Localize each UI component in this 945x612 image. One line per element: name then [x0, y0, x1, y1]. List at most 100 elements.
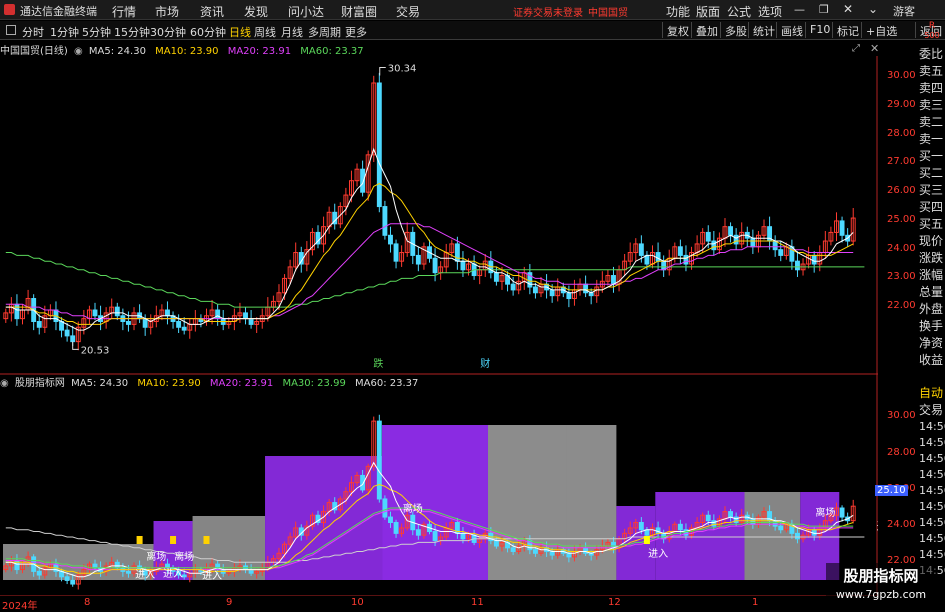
quote-label-0: 委比 — [919, 47, 944, 61]
ind-ytick-1: 28.00 — [887, 446, 916, 458]
candle-136 — [761, 219, 767, 240]
tool-7[interactable]: +自选 — [861, 22, 901, 38]
period-8[interactable]: 月线 — [281, 24, 303, 40]
watermark-url: www.7gpzb.com — [835, 588, 927, 601]
tool-3[interactable]: 统计 — [748, 22, 779, 38]
tab-trade[interactable]: 交易 — [919, 401, 945, 418]
app-logo-icon — [4, 4, 15, 15]
menu-discover[interactable]: 发现 — [244, 3, 268, 20]
guest-user[interactable]: 游客 — [893, 3, 915, 19]
candle-128 — [716, 232, 722, 254]
band-purple-peak — [382, 425, 489, 580]
signal-leave-3: 离场 — [403, 502, 423, 515]
ind-ytick-3: 24.00 — [887, 519, 916, 531]
candle-142 — [795, 251, 800, 277]
xtick-2: 9 — [226, 597, 233, 608]
candle-123 — [689, 246, 694, 270]
quote-label-7: 买二 — [919, 166, 944, 180]
restore-icon[interactable]: ❐ — [819, 3, 829, 16]
candle-137 — [767, 216, 773, 250]
ind-candle-152 — [850, 499, 856, 524]
candle-111 — [622, 253, 628, 276]
high-marker — [379, 66, 386, 76]
menu-wealth-circle[interactable]: 财富圈 — [341, 3, 377, 20]
login-status[interactable]: 证券交易未登录 — [513, 4, 583, 19]
candle-43 — [243, 307, 248, 325]
period-10[interactable]: 更多 — [345, 24, 367, 40]
close-icon[interactable]: ✕ — [843, 2, 853, 16]
time-3: 14:56 — [919, 468, 945, 481]
candle-105 — [588, 288, 594, 305]
candle-55 — [309, 228, 315, 256]
candle-33 — [187, 318, 193, 339]
candle-75 — [421, 242, 427, 270]
candle-5 — [31, 294, 37, 331]
period-7[interactable]: 周线 — [254, 24, 276, 40]
candle-150 — [839, 216, 845, 243]
menu-ask-xiaoda[interactable]: 问小达 — [288, 3, 324, 20]
period-9[interactable]: 多周期 — [308, 24, 341, 40]
indicator-bands — [3, 425, 840, 580]
signal-mark-2 — [203, 536, 210, 544]
xtick-1: 8 — [84, 597, 91, 608]
time-4: 14:56 — [919, 484, 945, 497]
minimize-icon[interactable]: — — [794, 3, 805, 16]
period-5[interactable]: 60分钟 — [190, 24, 226, 40]
menu-news[interactable]: 资讯 — [200, 3, 224, 20]
period-0[interactable]: 分时 — [22, 24, 44, 40]
candle-27 — [153, 305, 159, 328]
close-chart-icon[interactable]: ✕ — [870, 42, 879, 55]
tool-5[interactable]: F10 — [805, 22, 834, 38]
watermark-logo: 股朋指标网 www.7gpzb.com — [826, 563, 936, 607]
candle-28 — [159, 304, 165, 321]
tool-1[interactable]: 叠加 — [691, 22, 722, 38]
candle-84 — [471, 255, 477, 280]
candle-21 — [120, 308, 126, 331]
event-finance: 财 — [480, 357, 490, 370]
tool-6[interactable]: 标记 — [832, 22, 863, 38]
menu-market-quotes[interactable]: 行情 — [112, 3, 136, 20]
layout-toggle-icon[interactable] — [6, 25, 16, 35]
xtick-5: 12 — [608, 597, 621, 608]
tool-2[interactable]: 多股 — [720, 22, 751, 38]
candle-70 — [393, 239, 399, 269]
period-3[interactable]: 15分钟 — [114, 24, 150, 40]
candle-129 — [722, 218, 728, 247]
candle-103 — [577, 278, 583, 296]
menu-options[interactable]: 选项 — [758, 3, 782, 20]
login-stock[interactable]: 中国国贸 — [588, 4, 628, 19]
menu-trade[interactable]: 交易 — [396, 3, 420, 20]
candle-13 — [75, 321, 81, 351]
menu-functions[interactable]: 功能 — [666, 3, 690, 20]
candle-147 — [822, 230, 828, 259]
candle-35 — [198, 314, 204, 328]
candle-130 — [728, 222, 734, 243]
main-chart-legend: 中国国贸(日线) ◉ MA5: 24.30 MA10: 23.90 MA20: … — [0, 42, 370, 57]
menu-formula[interactable]: 公式 — [727, 3, 751, 20]
candle-36 — [204, 308, 209, 326]
chevron-down-icon[interactable]: ⌄ — [868, 2, 878, 16]
tool-0[interactable]: 复权 — [662, 22, 693, 38]
menu-market[interactable]: 市场 — [155, 3, 179, 20]
candle-34 — [192, 310, 198, 332]
candle-15 — [86, 305, 92, 325]
period-4[interactable]: 30分钟 — [150, 24, 186, 40]
period-2[interactable]: 5分钟 — [82, 24, 111, 40]
candle-86 — [482, 253, 488, 277]
period-1[interactable]: 1分钟 — [50, 24, 79, 40]
quote-label-9: 买四 — [919, 200, 944, 214]
candle-37 — [209, 299, 215, 325]
band-7 — [655, 492, 745, 580]
tool-4[interactable]: 画线 — [776, 22, 807, 38]
candle-29 — [165, 301, 170, 325]
price-chart[interactable]: 30.3420.53跌财离场离场进入进入进入离场进入离场进入 — [0, 56, 878, 596]
menu-layout[interactable]: 版面 — [696, 3, 720, 20]
candle-78 — [438, 261, 444, 280]
expand-arrows-icon[interactable]: ⤢ — [852, 43, 860, 54]
tab-auto[interactable]: 自动 — [919, 384, 945, 401]
candle-148 — [828, 226, 834, 246]
time-8: 14:56 — [919, 548, 945, 561]
period-6[interactable]: 日线 — [229, 24, 251, 40]
ind-ytick-0: 30.00 — [887, 410, 916, 422]
candle-109 — [611, 266, 616, 293]
